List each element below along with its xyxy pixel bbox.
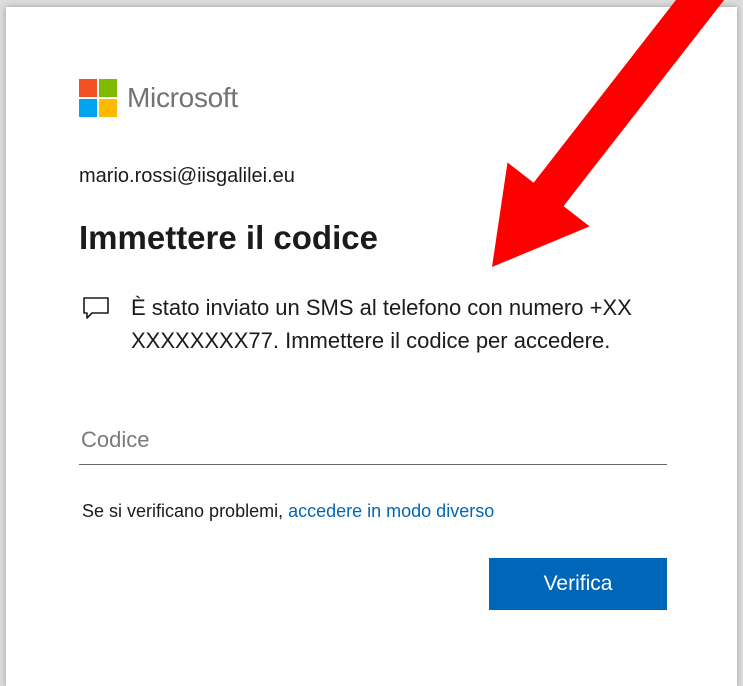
sign-in-another-way-link[interactable]: accedere in modo diverso: [288, 501, 494, 521]
sms-message-text: È stato inviato un SMS al telefono con n…: [131, 295, 632, 353]
brand-name: Microsoft: [127, 82, 238, 113]
microsoft-logo-icon: [79, 79, 117, 117]
help-prefix: Se si verificano problemi,: [82, 501, 289, 521]
verify-button[interactable]: Verifica: [489, 558, 667, 610]
sms-message: È stato inviato un SMS al telefono con n…: [79, 291, 667, 357]
chat-bubble-icon: [83, 297, 109, 319]
page-title: Immettere il codice: [79, 219, 378, 256]
code-input[interactable]: [79, 419, 667, 465]
help-text: Se si verificano problemi, accedere in m…: [82, 501, 494, 522]
microsoft-logo: Microsoft: [79, 79, 238, 117]
sign-in-card: Microsoft mario.rossi@iisgalilei.eu Imme…: [6, 7, 737, 686]
sign-in-content: Microsoft mario.rossi@iisgalilei.eu Imme…: [79, 7, 667, 686]
account-email: mario.rossi@iisgalilei.eu: [79, 165, 295, 187]
